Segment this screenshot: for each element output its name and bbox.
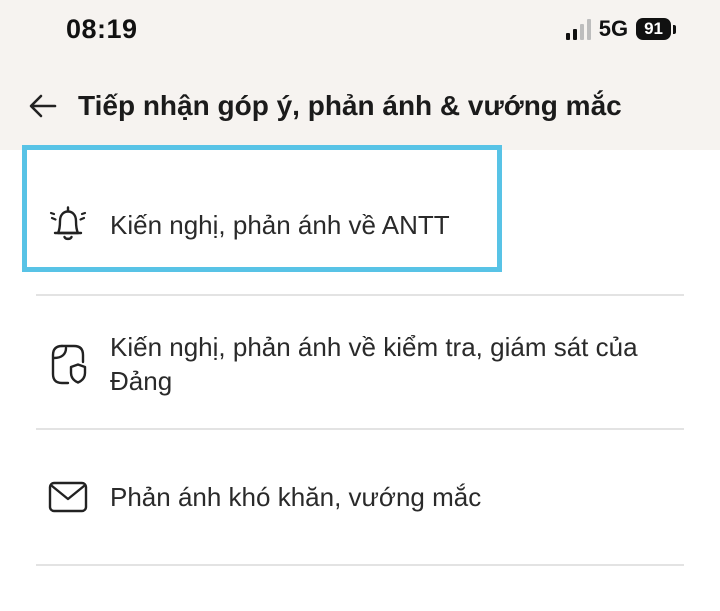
highlight-frame xyxy=(22,145,502,272)
divider xyxy=(36,428,684,430)
list-item-difficulties[interactable]: Phản ánh khó khăn, vướng mắc xyxy=(36,462,684,532)
list-item-party-supervision[interactable]: Kiến nghị, phản ánh về kiểm tra, giám sá… xyxy=(36,326,684,406)
battery-level: 91 xyxy=(636,18,671,40)
header: Tiếp nhận góp ý, phản ánh & vướng mắc xyxy=(0,60,720,150)
signal-icon xyxy=(565,18,591,40)
shield-document-icon xyxy=(51,344,87,385)
item-label-party-supervision: Kiến nghị, phản ánh về kiểm tra, giám sá… xyxy=(110,332,638,396)
back-arrow-icon[interactable] xyxy=(28,92,58,120)
divider xyxy=(36,294,684,296)
network-type: 5G xyxy=(598,16,629,41)
item-label-difficulties: Phản ánh khó khăn, vướng mắc xyxy=(110,482,482,512)
status-bar: 08:19 5G 91 xyxy=(0,0,720,60)
battery-icon: 91 xyxy=(636,18,676,40)
divider xyxy=(36,564,684,566)
page-title: Tiếp nhận góp ý, phản ánh & vướng mắc xyxy=(78,90,622,121)
status-indicators: 5G 91 xyxy=(565,16,676,42)
envelope-icon xyxy=(48,481,88,513)
status-time: 08:19 xyxy=(66,14,138,44)
